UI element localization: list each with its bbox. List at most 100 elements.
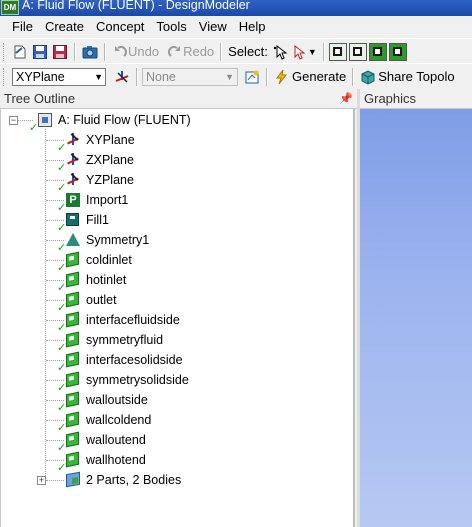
tree-item[interactable]: symmetrysolidside: [65, 370, 189, 390]
select-points-button[interactable]: [328, 42, 347, 61]
tree-item[interactable]: hotinlet: [65, 270, 126, 290]
lightning-icon: [276, 69, 288, 84]
save-icon: [33, 44, 47, 59]
tree-connector: [46, 400, 64, 401]
plane-select-value: XYPlane: [16, 69, 65, 84]
tree-item[interactable]: YZPlane: [65, 170, 134, 190]
sketch-select[interactable]: None ▼: [142, 67, 238, 86]
select-filter-dropdown[interactable]: ▼: [290, 42, 319, 62]
tree-item[interactable]: walloutside: [65, 390, 148, 410]
tree-item[interactable]: symmetryfluid: [65, 330, 163, 350]
redo-icon: [168, 45, 181, 57]
new-plane-icon: [115, 70, 129, 83]
tree-item[interactable]: XYPlane: [65, 130, 135, 150]
chevron-down-icon: ▼: [225, 71, 234, 82]
tree-outline-panel: − ✓ A: Fluid Flow (FLUENT) ✓ XYPlane ✓ ZXPl…: [0, 109, 355, 527]
named-selection-icon: [65, 331, 81, 348]
tree-item-label: interfacefluidside: [86, 313, 180, 327]
toolbar-grip[interactable]: [3, 67, 7, 86]
menu-help[interactable]: Help: [233, 16, 272, 38]
generate-button[interactable]: Generate: [272, 67, 348, 87]
select-edges-button[interactable]: [348, 42, 367, 61]
tree-item-label: Import1: [86, 193, 129, 207]
tree-item-label: Symmetry1: [86, 233, 150, 247]
redo-button[interactable]: Redo: [165, 42, 216, 62]
select-label: Select:: [228, 44, 268, 59]
save-as-button[interactable]: [50, 42, 70, 62]
main-toolbar: Undo Redo Select: ▼: [0, 38, 472, 65]
symmetry-icon: [65, 232, 81, 248]
tree-item-label: wallhotend: [86, 453, 146, 467]
menu-view[interactable]: View: [193, 16, 233, 38]
tree-item-label: outlet: [86, 293, 117, 307]
toolbar-separator: [104, 42, 106, 61]
tree-connector: [46, 240, 64, 241]
new-sketch-button[interactable]: [242, 67, 262, 87]
body-filter-icon: [393, 47, 403, 56]
plane-select[interactable]: XYPlane ▼: [12, 67, 106, 86]
chevron-down-icon: ▼: [94, 71, 103, 82]
pin-icon[interactable]: 📌: [339, 92, 353, 105]
tree-item[interactable]: Fill1: [65, 210, 109, 230]
tree-connector: [46, 200, 64, 201]
menu-create[interactable]: Create: [39, 16, 90, 38]
edge-filter-icon: [353, 47, 363, 56]
named-selection-icon: [65, 351, 81, 368]
menu-tools[interactable]: Tools: [150, 16, 192, 38]
share-topology-button[interactable]: Share Topolo: [358, 67, 456, 87]
undo-button[interactable]: Undo: [110, 42, 161, 62]
tree-connector: [46, 360, 64, 361]
tree-connector: [46, 340, 64, 341]
tree-item-label: hotinlet: [86, 273, 127, 287]
tree-item[interactable]: ZXPlane: [65, 150, 134, 170]
tree-item[interactable]: Symmetry1: [65, 230, 149, 250]
tree-item[interactable]: coldinlet: [65, 250, 132, 270]
cursor-dropdown-icon: [294, 44, 306, 60]
new-file-icon: [14, 45, 26, 58]
root-collapse-toggle[interactable]: −: [9, 116, 18, 125]
graphics-header: Graphics: [360, 89, 472, 109]
tree-outline-header: Tree Outline 📌: [0, 89, 357, 109]
tree-item[interactable]: interfacesolidside: [65, 350, 183, 370]
generate-label: Generate: [292, 69, 347, 84]
tree-connector: [46, 300, 64, 301]
toolbar-separator: [352, 67, 355, 86]
tree-item[interactable]: walloutend: [65, 430, 146, 450]
tree-connector: [46, 440, 64, 441]
tree-connector: [46, 140, 64, 141]
new-plane-button[interactable]: [112, 67, 132, 87]
select-faces-button[interactable]: [368, 42, 387, 61]
menu-concept[interactable]: Concept: [90, 16, 150, 38]
tree-outline-title: Tree Outline: [4, 91, 76, 106]
tree-item[interactable]: wallcoldend: [65, 410, 151, 430]
tree-connector: [46, 480, 64, 481]
select-bodies-button[interactable]: [388, 42, 407, 61]
tree-item-label: ZXPlane: [86, 153, 134, 167]
parts-expand-toggle[interactable]: +: [37, 476, 46, 485]
tree-connector: [46, 280, 64, 281]
import-icon: P: [65, 192, 81, 208]
new-button[interactable]: [10, 42, 30, 62]
screenshot-button[interactable]: [80, 42, 100, 62]
tree-item[interactable]: outlet: [65, 290, 117, 310]
graphics-viewport[interactable]: [360, 109, 472, 527]
select-mode-button[interactable]: [270, 42, 290, 62]
tree-parts[interactable]: 2 Parts, 2 Bodies: [65, 470, 181, 490]
window-title: A: Fluid Flow (FLUENT) - DesignModeler: [22, 0, 250, 12]
menu-file[interactable]: File: [0, 16, 39, 38]
tree-item-label: symmetryfluid: [86, 333, 164, 347]
tree-item-label: XYPlane: [86, 133, 135, 147]
toolbar-grip[interactable]: [3, 42, 7, 61]
tree-item[interactable]: interfacefluidside: [65, 310, 180, 330]
tree-item[interactable]: P Import1: [65, 190, 128, 210]
tree-root[interactable]: A: Fluid Flow (FLUENT): [37, 110, 191, 130]
cursor-select-icon: [273, 44, 288, 60]
tree-item-label: Fill1: [86, 213, 109, 227]
save-button[interactable]: [30, 42, 50, 62]
camera-icon: [82, 45, 98, 58]
chevron-down-icon: ▼: [307, 46, 317, 57]
tree-connector: [45, 129, 46, 480]
toolbar-separator: [136, 67, 138, 86]
tree-connector: [46, 380, 64, 381]
tree-item[interactable]: wallhotend: [65, 450, 146, 470]
